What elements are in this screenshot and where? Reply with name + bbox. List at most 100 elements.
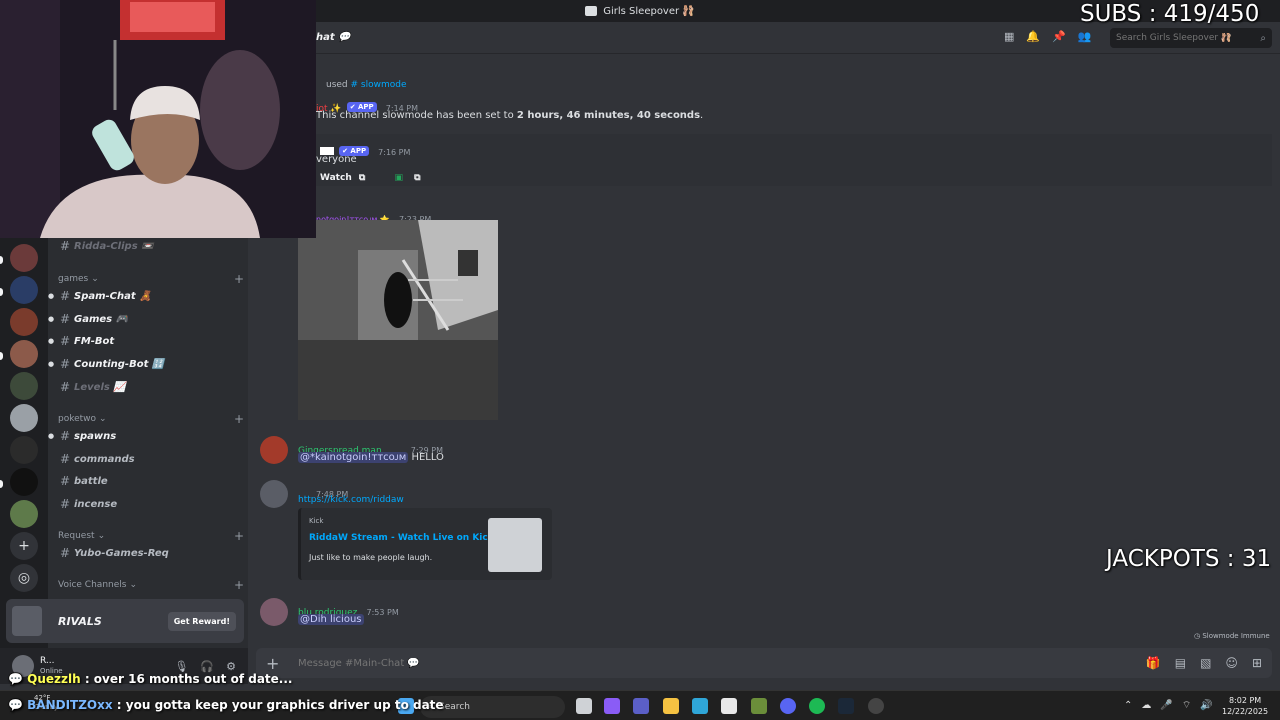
discord-logo-icon (585, 6, 598, 16)
server-icon[interactable] (10, 276, 38, 304)
avatar[interactable] (260, 598, 288, 626)
category-poketwo[interactable]: poketwo ⌄ + (58, 412, 244, 426)
stream-chat-line: 💬 BANDITZOxx : you gotta keep your graph… (8, 698, 444, 712)
bell-icon[interactable]: 🔔 (1026, 30, 1040, 43)
discover-icon[interactable]: ◎ (10, 564, 38, 592)
cloud-icon[interactable]: ☁ (1141, 700, 1160, 711)
channel-item[interactable]: # commands (48, 449, 248, 469)
steam-icon[interactable] (838, 698, 854, 714)
get-reward-button[interactable]: Get Reward! (167, 611, 236, 631)
file-explorer-icon[interactable] (663, 698, 679, 714)
chat-username: BANDITZOxx (27, 698, 113, 712)
edge-icon[interactable] (692, 698, 708, 714)
mic-tray-icon[interactable]: 🎤 (1160, 700, 1181, 711)
external-link-icon[interactable]: ⧉ (414, 173, 420, 183)
channel-label: spawns (74, 430, 117, 442)
channel-item[interactable]: # incense (48, 494, 248, 514)
channel-label: battle (74, 475, 108, 487)
promo-banner[interactable]: RIVALS Get Reward! (6, 599, 244, 643)
user-mention[interactable]: @*kainotgoin!ᴛᴛᴄᴏᴊᴍ (298, 452, 409, 463)
watch-button[interactable]: Watch ⧉ ▣ ⧉ (320, 173, 421, 183)
category-request[interactable]: Request ⌄ + (58, 529, 244, 543)
hash-icon: # (60, 357, 71, 371)
app-icon[interactable] (868, 698, 884, 714)
message-link[interactable]: https://kick.com/riddaw (298, 495, 404, 505)
channel-label: Yubo-Games-Req (74, 547, 169, 559)
embed-thumbnail[interactable] (488, 518, 542, 572)
add-channel-icon[interactable]: + (234, 529, 244, 543)
slowmode-period: . (700, 110, 704, 121)
apps-icon[interactable]: ⊞ (1252, 656, 1262, 670)
chevron-up-icon[interactable]: ⌃ (1124, 700, 1141, 711)
channel-item[interactable]: ● # Spam-Chat 🧸 (48, 286, 248, 306)
channel-item[interactable]: ● # Games 🎮 (48, 309, 248, 329)
server-icon[interactable] (10, 436, 38, 464)
channel-item[interactable]: # Ridda-Clips 📼 (48, 236, 248, 256)
add-attachment-icon[interactable]: + (266, 654, 286, 673)
channel-item[interactable]: ● # spawns (48, 426, 248, 446)
channel-label: Spam-Chat 🧸 (74, 290, 152, 302)
server-icon[interactable] (10, 500, 38, 528)
green-app-icon[interactable]: ▣ (394, 173, 403, 183)
webcam-feed (0, 0, 316, 238)
channel-title: hat 💬 (316, 32, 351, 43)
hash-icon: # (60, 429, 71, 443)
channel-item[interactable]: ● # Counting-Bot 🔢 (48, 354, 248, 374)
add-channel-icon[interactable]: + (234, 578, 244, 592)
gear-icon[interactable]: ⚙ (226, 660, 236, 673)
search-input[interactable] (1116, 33, 1256, 43)
server-icon[interactable] (10, 372, 38, 400)
channel-item[interactable]: # Yubo-Games-Req (48, 543, 248, 563)
wifi-icon[interactable]: ⌔ (1182, 700, 1200, 711)
avatar[interactable] (260, 436, 288, 464)
copilot-icon[interactable] (604, 698, 620, 714)
members-icon[interactable]: 👥 (1078, 30, 1092, 43)
headphones-icon[interactable]: 🎧 (200, 660, 214, 673)
server-icon[interactable] (10, 308, 38, 336)
message-input[interactable] (298, 657, 898, 669)
embed-title-link[interactable]: RiddaW Stream - Watch Live on Kick (309, 533, 494, 543)
add-channel-icon[interactable]: + (234, 272, 244, 286)
task-view-icon[interactable] (576, 698, 592, 714)
category-voice-channels[interactable]: Voice Channels ⌄ + (58, 578, 244, 592)
sticker-icon[interactable]: ▧ (1200, 656, 1211, 670)
channel-item[interactable]: # battle (48, 471, 248, 491)
unread-bullet-icon: ● (48, 292, 55, 300)
emoji-icon[interactable]: ☺ (1225, 656, 1238, 670)
channel-label: Games 🎮 (74, 313, 129, 325)
clock[interactable]: 8:02 PM 12/22/2025 (1222, 695, 1268, 717)
kick-link[interactable]: https://kick.com/riddaw (298, 495, 404, 505)
chevron-down-icon: ⌄ (91, 274, 99, 284)
volume-icon[interactable]: 🔊 (1200, 700, 1221, 711)
user-mention[interactable]: @Dih licious (298, 614, 364, 625)
server-icon[interactable] (10, 340, 38, 368)
avatar[interactable] (260, 480, 288, 508)
embed-provider: Kick (309, 517, 324, 525)
gift-icon[interactable]: 🎁 (1146, 656, 1161, 670)
microphone-icon[interactable]: 🎙 (174, 660, 188, 673)
unread-pip (0, 480, 3, 488)
unread-bullet-icon: ● (48, 360, 55, 368)
add-channel-icon[interactable]: + (234, 412, 244, 426)
category-games[interactable]: games ⌄ + (58, 272, 244, 286)
channel-label: FM-Bot (74, 335, 115, 347)
slowmode-command-link[interactable]: # slowmode (351, 80, 407, 90)
server-icon[interactable] (10, 244, 38, 272)
app-icon[interactable] (751, 698, 767, 714)
server-icon[interactable] (10, 404, 38, 432)
channel-item[interactable]: ● # FM-Bot (48, 331, 248, 351)
spotify-icon[interactable] (809, 698, 825, 714)
search-box[interactable]: ⌕ (1110, 28, 1272, 48)
gif-icon[interactable]: ▤ (1175, 656, 1186, 670)
threads-icon[interactable]: ▦ (1004, 30, 1014, 43)
video-attachment[interactable] (298, 220, 498, 420)
store-icon[interactable] (721, 698, 737, 714)
chat-username: Quezzlh (27, 672, 81, 686)
channel-item[interactable]: # Levels 📈 (48, 377, 248, 397)
add-server-icon[interactable]: + (10, 532, 38, 560)
system-tray[interactable]: ⌃☁🎤⌔🔊 (1124, 699, 1222, 712)
pin-icon[interactable]: 📌 (1052, 30, 1066, 43)
teams-icon[interactable] (633, 698, 649, 714)
discord-taskbar-icon[interactable] (780, 698, 796, 714)
server-icon[interactable] (10, 468, 38, 496)
